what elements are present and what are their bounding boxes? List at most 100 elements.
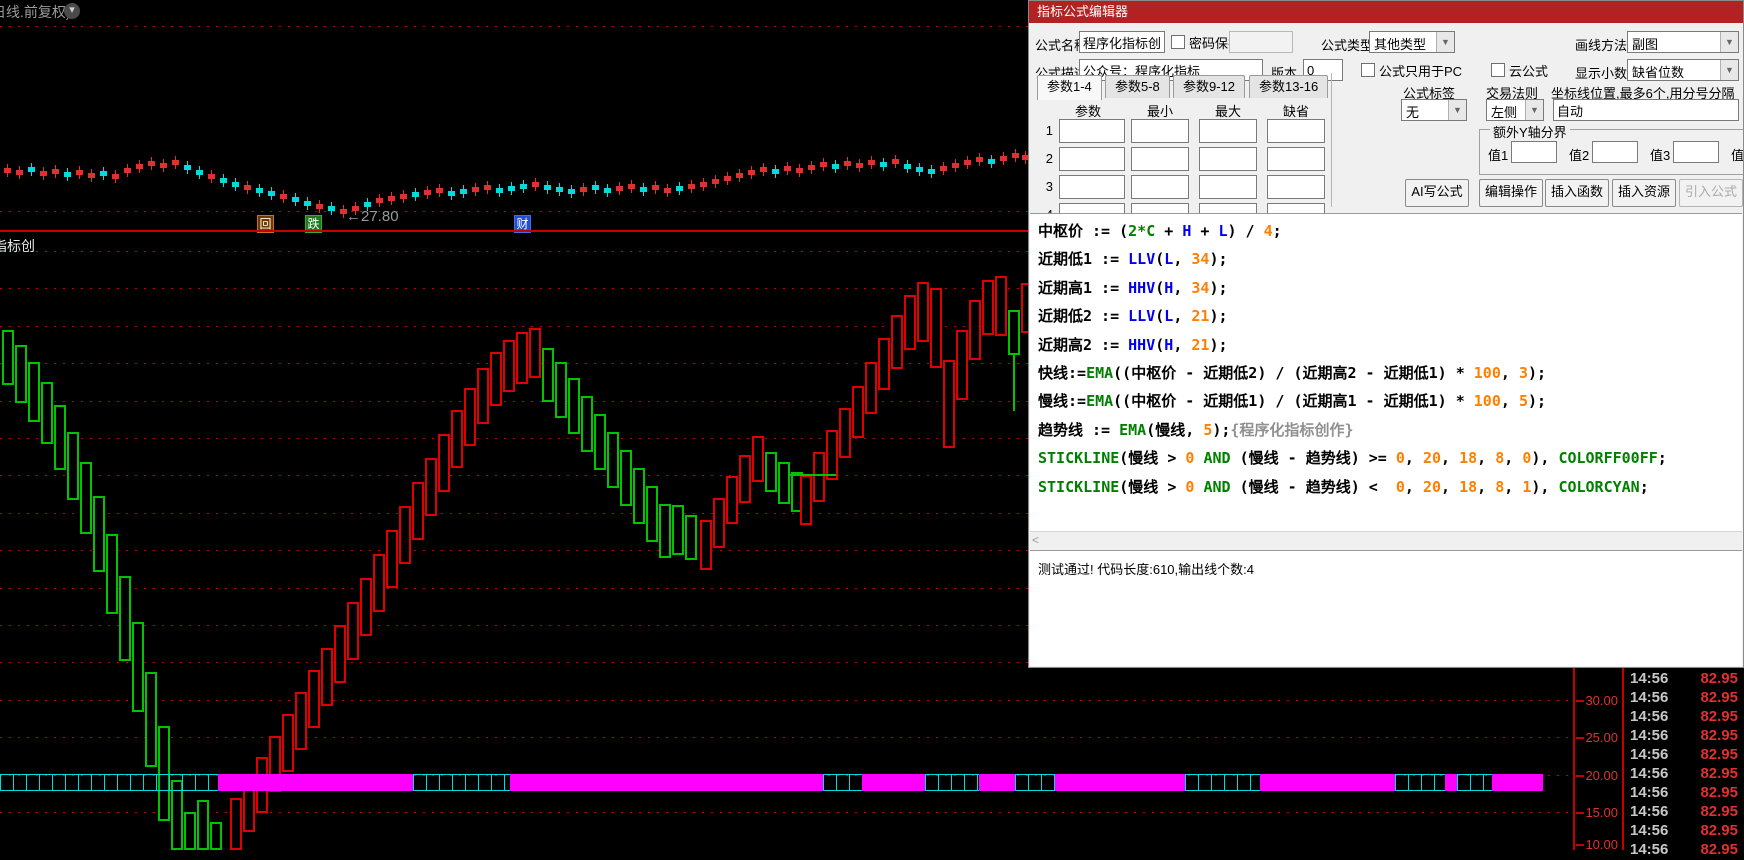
dropdown-arrow-icon[interactable]: ▼	[1720, 32, 1738, 52]
code-token: );	[1209, 250, 1228, 269]
decimals-select[interactable]: 缺省位数 ▼	[1627, 59, 1739, 81]
formula-code-editor[interactable]: 中枢价 := (2*C + H + L) / 4; 近期低1 := LLV(L, …	[1030, 213, 1742, 532]
indicator-candle	[334, 625, 346, 683]
yaxis-value-input[interactable]	[1592, 141, 1638, 163]
tab-param-2[interactable]: 参数5-8	[1105, 75, 1170, 98]
button-1[interactable]: AI写公式	[1405, 179, 1469, 207]
button-2[interactable]: 编辑操作	[1479, 179, 1543, 207]
candlestick	[232, 178, 239, 191]
trade-row[interactable]: 14:56 82.95	[1624, 784, 1742, 803]
code-token: ,	[1441, 449, 1460, 468]
indicator-candle	[852, 386, 864, 438]
candlestick	[424, 186, 431, 199]
candlestick	[508, 182, 515, 195]
param-input[interactable]	[1131, 119, 1189, 143]
code-token: 21	[1191, 307, 1210, 326]
param-input[interactable]	[1059, 119, 1125, 143]
param-input[interactable]	[1059, 147, 1125, 171]
formula-tag-select[interactable]: 无 ▼	[1401, 99, 1467, 121]
candlestick	[940, 162, 947, 175]
indicator-candle	[800, 475, 812, 525]
code-token: ),	[1531, 477, 1559, 496]
param-input[interactable]	[1199, 119, 1257, 143]
trade-time: 14:56	[1630, 746, 1669, 763]
trade-row[interactable]: 14:56 82.95	[1624, 803, 1742, 822]
checkbox-box[interactable]	[1171, 35, 1185, 49]
code-token: 近期低2 :=	[1038, 307, 1129, 326]
candlestick	[736, 169, 743, 182]
coord-line-input[interactable]	[1553, 99, 1739, 121]
horizontal-scrollbar[interactable]: <	[1030, 531, 1742, 549]
dropdown-arrow-icon[interactable]: ▼	[1448, 100, 1466, 120]
trade-price: 82.95	[1700, 822, 1738, 839]
trade-row[interactable]: 14:56 82.95	[1624, 746, 1742, 765]
tab-param-4[interactable]: 参数13-16	[1249, 75, 1329, 98]
code-token: ;	[1639, 477, 1649, 496]
param-input[interactable]	[1131, 175, 1189, 199]
yaxis-value-input[interactable]	[1511, 141, 1557, 163]
candlestick	[52, 165, 59, 178]
trade-rule-select[interactable]: 左侧 ▼	[1486, 99, 1544, 121]
indicator-candle	[904, 295, 916, 350]
candlestick	[820, 158, 827, 171]
draw-method-select[interactable]: 副图 ▼	[1627, 31, 1739, 53]
candle-body	[784, 166, 791, 171]
dropdown-arrow-icon[interactable]: ▼	[1720, 60, 1738, 80]
extra-yaxis-group-label: 额外Y轴分界	[1490, 122, 1570, 141]
candlestick	[460, 185, 467, 198]
trade-row[interactable]: 14:56 82.95	[1624, 670, 1742, 689]
trade-row[interactable]: 14:56 82.95	[1624, 689, 1742, 708]
trade-price: 82.95	[1700, 727, 1738, 744]
param-input[interactable]	[1059, 175, 1125, 199]
trade-row[interactable]: 14:56 82.95	[1624, 727, 1742, 746]
code-token: H	[1164, 278, 1174, 297]
param-input[interactable]	[1267, 175, 1325, 199]
tab-param-1[interactable]: 参数1-4	[1037, 75, 1102, 100]
trade-row[interactable]: 14:56 82.95	[1624, 765, 1742, 784]
param-input[interactable]	[1267, 119, 1325, 143]
candle-body	[808, 165, 815, 170]
checkbox-box[interactable]	[1491, 63, 1505, 77]
candle-body	[292, 197, 299, 202]
checkbox-box[interactable]	[1361, 63, 1375, 77]
indicator-candle	[778, 462, 790, 504]
indicator-candle	[184, 812, 196, 850]
candlestick	[1012, 149, 1019, 162]
code-token: ,	[1404, 449, 1423, 468]
candlestick	[388, 192, 395, 205]
trade-row[interactable]: 14:56 82.95	[1624, 822, 1742, 841]
formula-type-select[interactable]: 其他类型 ▼	[1369, 31, 1455, 53]
code-token: 100	[1473, 364, 1501, 382]
pc-only-label: 公式只用于PC	[1379, 64, 1463, 79]
candlestick	[124, 164, 131, 177]
tab-param-3[interactable]: 参数9-12	[1173, 75, 1246, 98]
separator	[1331, 73, 1332, 207]
candlestick	[676, 182, 683, 195]
candlestick	[772, 165, 779, 178]
chevron-down-circle-icon[interactable]: ▾	[64, 3, 80, 19]
code-line: 快线:=EMA((中枢价 - 近期低2) / (近期高2 - 近期低1) * 1…	[1038, 362, 1546, 383]
candlestick	[28, 163, 35, 176]
dropdown-arrow-icon[interactable]: ▼	[1436, 32, 1454, 52]
candle-body	[52, 169, 59, 174]
indicator-candle	[956, 330, 968, 400]
scroll-left-arrow-icon[interactable]: <	[1032, 533, 1039, 547]
candle-body	[472, 187, 479, 192]
dropdown-arrow-icon[interactable]: ▼	[1525, 100, 1543, 120]
trade-row[interactable]: 14:56 82.95	[1624, 708, 1742, 727]
code-token: ,	[1173, 250, 1192, 269]
code-token: 2*C	[1128, 222, 1156, 240]
button-4[interactable]: 插入资源	[1612, 179, 1676, 207]
yaxis-value-input[interactable]	[1673, 141, 1719, 163]
param-input[interactable]	[1131, 147, 1189, 171]
ribbon-cyan-segment	[1015, 774, 1057, 791]
trade-row[interactable]: 14:56 82.95	[1624, 841, 1742, 860]
param-input[interactable]	[1199, 147, 1257, 171]
formula-name-input[interactable]	[1079, 31, 1165, 53]
dialog-titlebar[interactable]: 指标公式编辑器	[1029, 1, 1743, 23]
button-3[interactable]: 插入函数	[1545, 179, 1609, 207]
candle-body	[700, 182, 707, 187]
code-token: 慢线:=	[1038, 392, 1087, 411]
param-input[interactable]	[1267, 147, 1325, 171]
param-input[interactable]	[1199, 175, 1257, 199]
